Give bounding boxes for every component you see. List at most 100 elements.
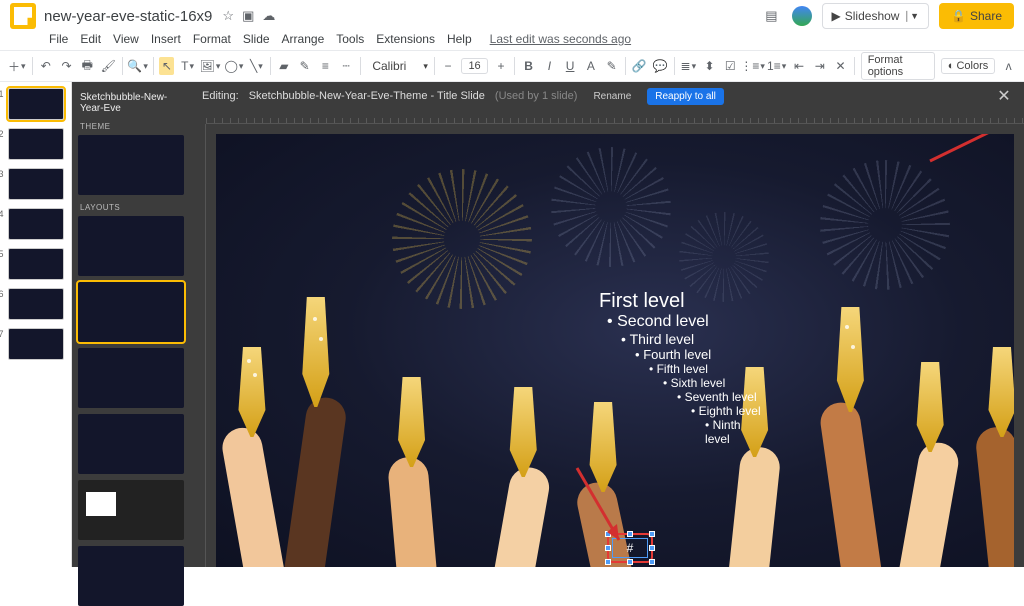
level-text: • Seventh level xyxy=(677,390,761,404)
star-icon[interactable]: ☆ xyxy=(222,8,234,24)
menu-file[interactable]: File xyxy=(44,30,73,48)
layout-thumb[interactable] xyxy=(78,480,184,540)
link-button[interactable]: 🔗 xyxy=(632,57,647,75)
layout-thumb[interactable] xyxy=(78,546,184,606)
main-area: 1 2 3 4 5 6 7 Sketchbubble-New-Year-Eve … xyxy=(0,82,1024,567)
fill-color-button[interactable]: ▰ xyxy=(277,57,292,75)
slide-canvas[interactable]: First level • Second level • Third level… xyxy=(216,134,1014,567)
text-placeholder[interactable]: First level • Second level • Third level… xyxy=(599,290,761,446)
collaborator-avatar[interactable] xyxy=(792,6,812,26)
document-title[interactable]: new-year-eve-static-16x9 xyxy=(44,8,212,25)
comment-button[interactable]: 💬 xyxy=(653,57,668,75)
layout-thumb[interactable] xyxy=(78,414,184,474)
menu-format[interactable]: Format xyxy=(188,30,236,48)
text-color-button[interactable]: A xyxy=(584,57,599,75)
font-select[interactable]: Calibri xyxy=(366,59,416,73)
underline-button[interactable]: U xyxy=(563,57,578,75)
slide-thumb[interactable]: 3 xyxy=(8,168,64,200)
paint-format-button[interactable]: 🖌 xyxy=(101,57,116,75)
last-edit-link[interactable]: Last edit was seconds ago xyxy=(485,30,636,48)
menu-arrange[interactable]: Arrange xyxy=(277,30,330,48)
bold-button[interactable]: B xyxy=(521,57,536,75)
hand-champagne-graphic xyxy=(982,427,1014,567)
menu-extensions[interactable]: Extensions xyxy=(371,30,440,48)
new-slide-button[interactable]: ＋▾ xyxy=(8,57,26,75)
bulleted-list-button[interactable]: ⋮≡▾ xyxy=(744,57,762,75)
menu-insert[interactable]: Insert xyxy=(146,30,186,48)
slide-number-placeholder[interactable]: # xyxy=(607,533,653,563)
rename-button[interactable]: Rename xyxy=(587,88,637,105)
hand-champagne-graphic xyxy=(503,467,543,567)
italic-button[interactable]: I xyxy=(542,57,557,75)
menu-slide[interactable]: Slide xyxy=(238,30,275,48)
theme-master-thumb[interactable] xyxy=(78,135,184,195)
menu-edit[interactable]: Edit xyxy=(75,30,106,48)
slide-stage[interactable]: First level • Second level • Third level… xyxy=(206,124,1024,567)
separator xyxy=(360,57,361,75)
font-size-input[interactable]: 16 xyxy=(461,58,487,74)
border-color-button[interactable]: ✎ xyxy=(297,57,312,75)
line-spacing-button[interactable]: ⬍ xyxy=(702,57,717,75)
vertical-ruler[interactable] xyxy=(192,124,206,567)
line-tool[interactable]: ╲▾ xyxy=(249,57,264,75)
numbered-list-button[interactable]: 1≡▾ xyxy=(768,57,786,75)
share-button[interactable]: 🔒 Share xyxy=(939,3,1014,29)
format-options-button[interactable]: Format options xyxy=(861,52,935,80)
slide-thumb[interactable]: 1 xyxy=(8,88,64,120)
zoom-button[interactable]: 🔍▾ xyxy=(129,57,147,75)
menu-tools[interactable]: Tools xyxy=(331,30,369,48)
slide-thumb[interactable]: 5 xyxy=(8,248,64,280)
menu-help[interactable]: Help xyxy=(442,30,477,48)
hand-champagne-graphic xyxy=(735,447,775,567)
increase-font-button[interactable]: + xyxy=(494,57,509,75)
slide-thumb[interactable]: 4 xyxy=(8,208,64,240)
redo-button[interactable]: ↷ xyxy=(59,57,74,75)
share-label: Share xyxy=(970,9,1002,23)
comments-icon[interactable]: ▤ xyxy=(765,8,777,24)
border-dash-button[interactable]: ┄ xyxy=(339,57,354,75)
layout-thumb[interactable] xyxy=(78,282,184,342)
reapply-button[interactable]: Reapply to all xyxy=(647,88,724,105)
undo-button[interactable]: ↶ xyxy=(38,57,53,75)
annotation-arrow-icon xyxy=(930,134,1014,169)
close-theme-editor-button[interactable]: ✕ xyxy=(994,86,1014,106)
border-weight-button[interactable]: ≡ xyxy=(318,57,333,75)
slide-thumb[interactable]: 7 xyxy=(8,328,64,360)
increase-indent-button[interactable]: ⇥ xyxy=(812,57,827,75)
select-tool[interactable]: ↖ xyxy=(159,57,174,75)
align-button[interactable]: ≣▾ xyxy=(681,57,697,75)
slide-thumb[interactable]: 2 xyxy=(8,128,64,160)
colors-label: Colors xyxy=(956,60,988,72)
shape-tool[interactable]: ◯▾ xyxy=(225,57,243,75)
colors-button[interactable]: ◐ Colors xyxy=(941,58,995,74)
hand-champagne-graphic xyxy=(232,427,272,567)
collapse-toolbar-button[interactable]: ʌ xyxy=(1001,57,1016,75)
layout-thumb[interactable] xyxy=(78,216,184,276)
level-text: • Ninth level xyxy=(705,418,755,446)
decrease-indent-button[interactable]: ⇤ xyxy=(792,57,807,75)
hand-champagne-graphic xyxy=(296,397,336,567)
textbox-tool[interactable]: T▾ xyxy=(180,57,195,75)
slide-thumb[interactable]: 6 xyxy=(8,288,64,320)
image-tool[interactable]: 🖼▾ xyxy=(201,57,219,75)
layout-thumb[interactable] xyxy=(78,348,184,408)
move-icon[interactable]: ▣ xyxy=(242,8,254,24)
clear-format-button[interactable]: ✕ xyxy=(833,57,848,75)
horizontal-ruler[interactable] xyxy=(206,110,1024,124)
separator xyxy=(122,57,123,75)
separator xyxy=(625,57,626,75)
separator xyxy=(270,57,271,75)
editing-layout-name: Sketchbubble-New-Year-Eve-Theme - Title … xyxy=(249,90,485,102)
slideshow-button[interactable]: ▶ Slideshow │▼ xyxy=(822,3,929,29)
title-bar: new-year-eve-static-16x9 ☆ ▣ ☁ ▤ ▶ Slide… xyxy=(0,0,1024,28)
print-button[interactable]: 🖶 xyxy=(80,57,95,75)
level-text: • Fifth level xyxy=(649,362,761,376)
menu-view[interactable]: View xyxy=(108,30,144,48)
slideshow-label: Slideshow xyxy=(845,9,900,23)
cloud-icon[interactable]: ☁ xyxy=(262,8,275,24)
decrease-font-button[interactable]: − xyxy=(441,57,456,75)
slides-logo-icon[interactable] xyxy=(10,3,36,29)
slide-filmstrip[interactable]: 1 2 3 4 5 6 7 xyxy=(0,82,72,567)
highlight-button[interactable]: ✎ xyxy=(604,57,619,75)
checklist-button[interactable]: ☑ xyxy=(723,57,738,75)
